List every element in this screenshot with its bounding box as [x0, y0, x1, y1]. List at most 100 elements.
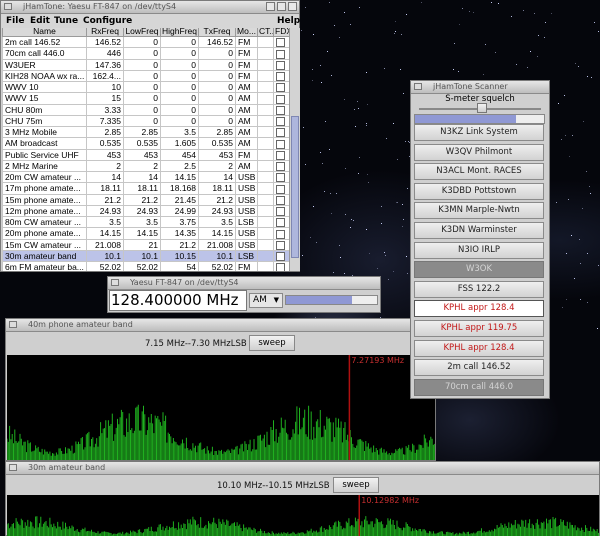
fdx-checkbox[interactable]	[276, 83, 285, 92]
fdx-checkbox[interactable]	[276, 207, 285, 216]
column-header[interactable]: Mo...	[235, 28, 258, 37]
table-cell[interactable]: 0	[198, 47, 236, 60]
table-cell[interactable]: 0	[198, 114, 236, 128]
fdx-checkbox[interactable]	[276, 195, 285, 205]
table-cell[interactable]: 0.535	[123, 137, 161, 150]
table-row[interactable]: AM broadcast 0.535 0.535 1.605 0.535 AM	[2, 137, 289, 150]
fdx-checkbox[interactable]	[276, 49, 285, 58]
table-cell[interactable]: 24.93	[198, 204, 236, 218]
table-cell[interactable]: 3.33	[86, 103, 124, 116]
fdx-checkbox-cell[interactable]	[273, 58, 289, 71]
table-cell[interactable]: 453	[198, 148, 236, 161]
table-cell[interactable]: 446	[86, 47, 124, 60]
table-cell[interactable]: USB	[235, 204, 258, 218]
table-row[interactable]: 17m phone amate... 18.11 18.11 18.168 18.11 U…	[2, 182, 289, 195]
fdx-checkbox[interactable]	[276, 229, 285, 238]
table-cell[interactable]: 0	[198, 80, 236, 94]
main-titlebar[interactable]: jHamTone: Yaesu FT-847 on /dev/ttyS4	[1, 1, 299, 14]
fdx-checkbox-cell[interactable]	[273, 227, 289, 240]
table-row[interactable]: Public Service UHF 453 453 454 453 FM	[2, 148, 289, 161]
fdx-checkbox-cell[interactable]	[273, 159, 289, 173]
table-cell[interactable]: 2	[198, 159, 236, 173]
scanner-channel-button[interactable]: N3KZ Link System	[414, 124, 544, 141]
table-cell[interactable]: 24.93	[123, 204, 161, 218]
table-cell[interactable]: 0	[160, 47, 199, 60]
table-cell[interactable]: 0	[160, 35, 199, 49]
tuner-titlebar[interactable]: Yaesu FT-847 on /dev/ttyS4	[108, 277, 380, 290]
table-cell[interactable]: 3.5	[123, 215, 161, 229]
fdx-checkbox-cell[interactable]	[273, 182, 289, 195]
column-header[interactable]: LowFreq	[123, 28, 161, 37]
table-cell[interactable]: WWV 10	[2, 80, 87, 94]
table-row[interactable]: 30m amateur band 10.1 10.1 10.15 10.1 LSB	[2, 249, 289, 263]
fdx-checkbox-cell[interactable]	[273, 114, 289, 128]
window-menu-icon[interactable]	[4, 3, 12, 10]
table-cell[interactable]: FM	[235, 47, 258, 60]
table-cell[interactable]: 14.15	[160, 170, 199, 184]
table-cell[interactable]: 54	[160, 260, 199, 271]
table-cell[interactable]: 2.85	[86, 125, 124, 139]
menu-help[interactable]: Help	[277, 14, 300, 28]
table-cell[interactable]: 0	[198, 103, 236, 116]
table-cell[interactable]: 10.1	[198, 249, 236, 263]
table-cell[interactable]: 21	[123, 238, 161, 251]
table-cell[interactable]: 3.75	[160, 215, 199, 229]
table-cell[interactable]: KIH28 NOAA wx ra...	[2, 69, 87, 83]
table-cell[interactable]: 6m FM amateur ba...	[2, 260, 87, 271]
table-cell[interactable]: 21.2	[86, 193, 124, 206]
fdx-checkbox[interactable]	[276, 38, 285, 47]
table-cell[interactable]: 10	[86, 80, 124, 94]
table-row[interactable]: W3UER 147.36 0 0 0 FM	[2, 58, 289, 71]
table-cell[interactable]: FM	[235, 58, 258, 71]
fdx-checkbox-cell[interactable]	[273, 204, 289, 218]
table-cell[interactable]: AM	[235, 80, 258, 94]
fdx-checkbox[interactable]	[276, 173, 285, 182]
table-row[interactable]: 6m FM amateur ba... 52.02 52.02 54 52.02 FM	[2, 260, 289, 271]
spectrum-40m-plot[interactable]: 7.27193 MHz	[7, 355, 435, 460]
fdx-checkbox[interactable]	[276, 105, 285, 115]
table-cell[interactable]: 17m phone amate...	[2, 182, 87, 195]
table-cell[interactable]: 18.11	[198, 182, 236, 195]
table-row[interactable]: 15m phone amate... 21.2 21.2 21.45 21.2 USB	[2, 193, 289, 206]
table-cell[interactable]: 147.36	[86, 58, 124, 71]
table-cell[interactable]: CHU 80m	[2, 103, 87, 116]
table-cell[interactable]: 18.168	[160, 182, 199, 195]
table-cell[interactable]: USB	[235, 193, 258, 206]
scanner-channel-button[interactable]: N3IO IRLP	[414, 241, 544, 259]
table-cell[interactable]: 12m phone amate...	[2, 204, 87, 218]
table-cell[interactable]: 0	[198, 58, 236, 71]
minimize-icon[interactable]	[266, 2, 275, 11]
frequency-display[interactable]: 128.400000 MHz	[109, 290, 247, 311]
table-cell[interactable]: AM	[235, 92, 258, 105]
table-cell[interactable]: 70cm call 446.0	[2, 47, 87, 60]
table-cell[interactable]: 24.93	[86, 204, 124, 218]
table-row[interactable]: 80m CW amateur ... 3.5 3.5 3.75 3.5 LSB	[2, 215, 289, 229]
table-cell[interactable]: USB	[235, 182, 258, 195]
table-row[interactable]: 12m phone amate... 24.93 24.93 24.99 24.93 US…	[2, 204, 289, 218]
table-cell[interactable]: AM	[235, 159, 258, 173]
spectrum-30m-plot[interactable]: 10.12982 MHz	[7, 495, 599, 536]
table-cell[interactable]: AM	[235, 103, 258, 116]
table-cell[interactable]: 0	[198, 69, 236, 83]
maximize-icon[interactable]	[277, 2, 286, 11]
scanner-channel-button[interactable]: W3OK	[414, 261, 544, 279]
table-cell[interactable]: FM	[235, 69, 258, 83]
fdx-checkbox[interactable]	[276, 139, 285, 148]
table-cell[interactable]: 15m phone amate...	[2, 193, 87, 206]
table-cell[interactable]: 21.2	[160, 238, 199, 251]
table-cell[interactable]: 0	[123, 47, 161, 60]
window-menu-icon[interactable]	[9, 321, 17, 328]
table-cell[interactable]: AM	[235, 137, 258, 150]
fdx-checkbox-cell[interactable]	[273, 92, 289, 105]
column-header[interactable]: Name	[2, 28, 87, 37]
table-cell[interactable]: 1.605	[160, 137, 199, 150]
scrollbar-thumb[interactable]	[291, 116, 299, 258]
scanner-channel-button[interactable]: K3DN Warminster	[414, 222, 544, 239]
fdx-checkbox-cell[interactable]	[273, 238, 289, 251]
fdx-checkbox[interactable]	[276, 218, 285, 227]
fdx-checkbox-cell[interactable]	[273, 193, 289, 206]
table-row[interactable]: CHU 80m 3.33 0 0 0 AM	[2, 103, 289, 116]
table-cell[interactable]: 2	[123, 159, 161, 173]
table-cell[interactable]: FM	[235, 148, 258, 161]
fdx-checkbox-cell[interactable]	[273, 170, 289, 184]
